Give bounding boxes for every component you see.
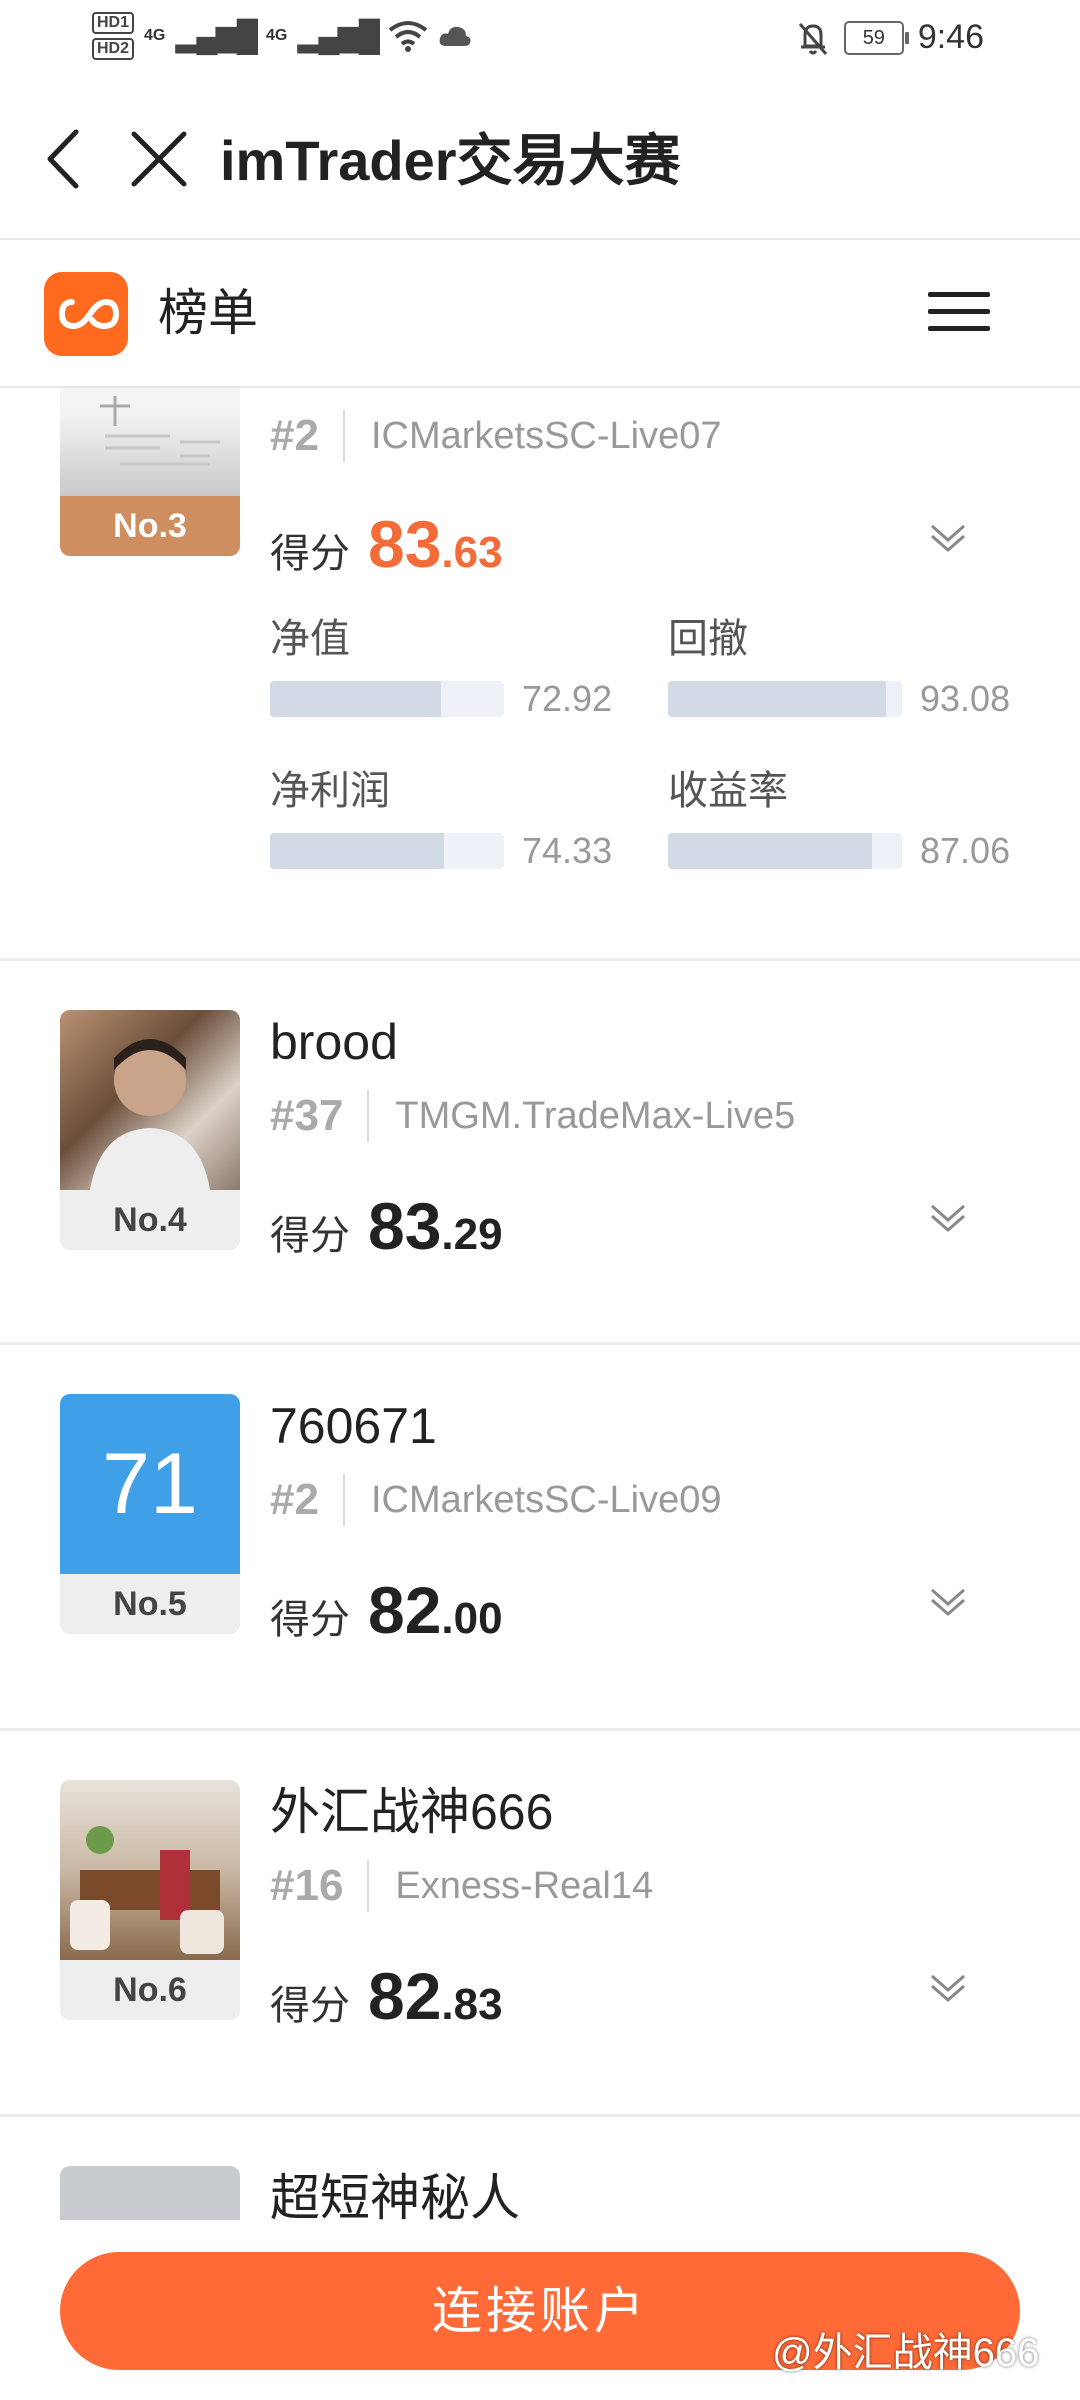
wifi-icon — [388, 21, 428, 52]
avatar — [60, 2166, 240, 2220]
avatar-text: 71 — [102, 1436, 198, 1532]
leaderboard-entry[interactable]: 71 No.5 760671 #2 ICMarketsSC-Live09 得分 … — [0, 1342, 1080, 1731]
metric-bar — [270, 681, 504, 717]
leaderboard-entry[interactable]: No.3 #2 ICMarketsSC-Live07 得分 83 .63 净值 … — [0, 386, 1080, 961]
entry-meta: #2 ICMarketsSC-Live07 — [270, 410, 722, 462]
score-decimal: .83 — [441, 1980, 503, 2029]
score-integer: 82 — [368, 1959, 442, 2033]
entry-server: ICMarketsSC-Live09 — [370, 1478, 722, 1521]
battery-icon: 59 — [843, 20, 909, 55]
metric-value: 74.33 — [522, 830, 613, 871]
entry-server: TMGM.TradeMax-Live5 — [395, 1094, 796, 1137]
hd2-indicator: HD2 — [92, 38, 135, 60]
metric-drawdown: 回撤 93.08 — [668, 614, 1010, 720]
score-integer: 83 — [368, 507, 442, 581]
entry-score: 得分 82 .00 — [270, 1572, 503, 1648]
metric-label: 净值 — [270, 617, 350, 661]
status-right: 59 9:46 — [796, 18, 984, 57]
section-header: 榜单 — [0, 240, 1080, 388]
score-integer: 82 — [368, 1573, 442, 1647]
entry-name: 760671 — [270, 1398, 437, 1454]
score-integer: 83 — [368, 1189, 442, 1263]
metric-net-value: 净值 72.92 — [270, 614, 612, 720]
entry-server: Exness-Real14 — [395, 1864, 654, 1907]
metric-label: 净利润 — [270, 769, 390, 813]
chevron-down-icon[interactable] — [928, 1966, 968, 2006]
avatar — [60, 1780, 240, 1960]
avatar — [60, 1010, 240, 1190]
person-photo-icon — [90, 1039, 210, 1190]
entry-server: ICMarketsSC-Live07 — [370, 414, 722, 457]
rank-badge: No.5 — [60, 1574, 240, 1634]
divider — [367, 1860, 370, 1912]
entry-rank: #2 — [270, 411, 319, 460]
status-bar: HD1 HD2 4G ▂▄▆█ 4G ▂▄▆█ 59 9:46 — [0, 0, 1080, 80]
signal2-label: 4G — [266, 27, 288, 44]
metric-bar — [668, 833, 902, 869]
chevron-down-icon[interactable] — [928, 516, 968, 556]
entry-name: 超短神秘人 — [270, 2170, 520, 2220]
metric-net-profit: 净利润 74.33 — [270, 766, 612, 872]
room-photo-icon — [70, 1826, 224, 1954]
metric-bar — [668, 681, 902, 717]
chevron-down-icon[interactable] — [928, 1580, 968, 1620]
entry-score: 得分 83 .29 — [270, 1188, 503, 1264]
entry-rank: #37 — [270, 1091, 344, 1140]
close-icon[interactable] — [126, 126, 192, 192]
score-decimal: .63 — [441, 528, 503, 577]
metric-label: 收益率 — [668, 769, 788, 813]
clock: 9:46 — [917, 18, 984, 56]
leaderboard-entry[interactable]: No.6 外汇战神666 #16 Exness-Real14 得分 82 .83 — [0, 1728, 1080, 2117]
entry-meta: #2 ICMarketsSC-Live09 — [270, 1474, 722, 1526]
score-label: 得分 — [270, 532, 350, 576]
leaderboard-list: No.3 #2 ICMarketsSC-Live07 得分 83 .63 净值 … — [0, 386, 1080, 2220]
back-arrow-icon[interactable] — [36, 124, 96, 194]
page-title: imTrader交易大赛 — [220, 129, 681, 192]
metric-value: 87.06 — [920, 830, 1011, 871]
entry-score: 得分 83 .63 — [270, 506, 503, 582]
score-label: 得分 — [270, 1214, 350, 1258]
app-logo-icon — [44, 272, 128, 356]
leaderboard-entry[interactable]: 超短神秘人 — [0, 2114, 1080, 2220]
title-bar: imTrader交易大赛 — [0, 80, 1080, 240]
hd1-indicator: HD1 — [92, 12, 135, 34]
rank-badge: No.6 — [60, 1960, 240, 2020]
signal2-icon: ▂▄▆█ — [297, 19, 380, 53]
cloud-icon — [439, 26, 471, 46]
entry-name: 外汇战神666 — [270, 1784, 554, 1840]
divider — [342, 1474, 345, 1526]
signal1-icon: ▂▄▆█ — [175, 19, 258, 53]
metric-return-rate: 收益率 87.06 — [668, 766, 1010, 872]
divider — [342, 410, 345, 462]
score-label: 得分 — [270, 1598, 350, 1642]
avatar — [60, 386, 240, 496]
entry-rank: #2 — [270, 1475, 319, 1524]
avatar: 71 — [60, 1394, 240, 1574]
leaderboard-entry[interactable]: No.4 brood #37 TMGM.TradeMax-Live5 得分 83… — [0, 958, 1080, 1345]
metric-value: 72.92 — [522, 678, 613, 719]
watermark: @外汇战神666 — [772, 2331, 1040, 2375]
metric-label: 回撤 — [668, 617, 748, 661]
signal1-label: 4G — [144, 27, 166, 44]
avatar-image-icon — [100, 396, 220, 466]
chevron-down-icon[interactable] — [928, 1196, 968, 1236]
entry-name: brood — [270, 1014, 398, 1070]
metric-bar — [270, 833, 504, 869]
score-label: 得分 — [270, 1984, 350, 2028]
rank-badge: No.3 — [60, 496, 240, 556]
entry-rank: #16 — [270, 1861, 344, 1910]
entry-score: 得分 82 .83 — [270, 1958, 503, 2034]
status-left: HD1 HD2 4G ▂▄▆█ 4G ▂▄▆█ — [92, 12, 472, 60]
entry-meta: #37 TMGM.TradeMax-Live5 — [270, 1090, 795, 1142]
score-decimal: .00 — [441, 1594, 503, 1643]
divider — [367, 1090, 370, 1142]
rank-badge: No.4 — [60, 1190, 240, 1250]
bell-off-icon — [798, 22, 827, 55]
metric-value: 93.08 — [920, 678, 1011, 719]
entry-meta: #16 Exness-Real14 — [270, 1860, 653, 1912]
menu-icon[interactable] — [928, 292, 990, 334]
score-decimal: .29 — [441, 1210, 503, 1259]
leaderboard-title: 榜单 — [158, 285, 258, 341]
